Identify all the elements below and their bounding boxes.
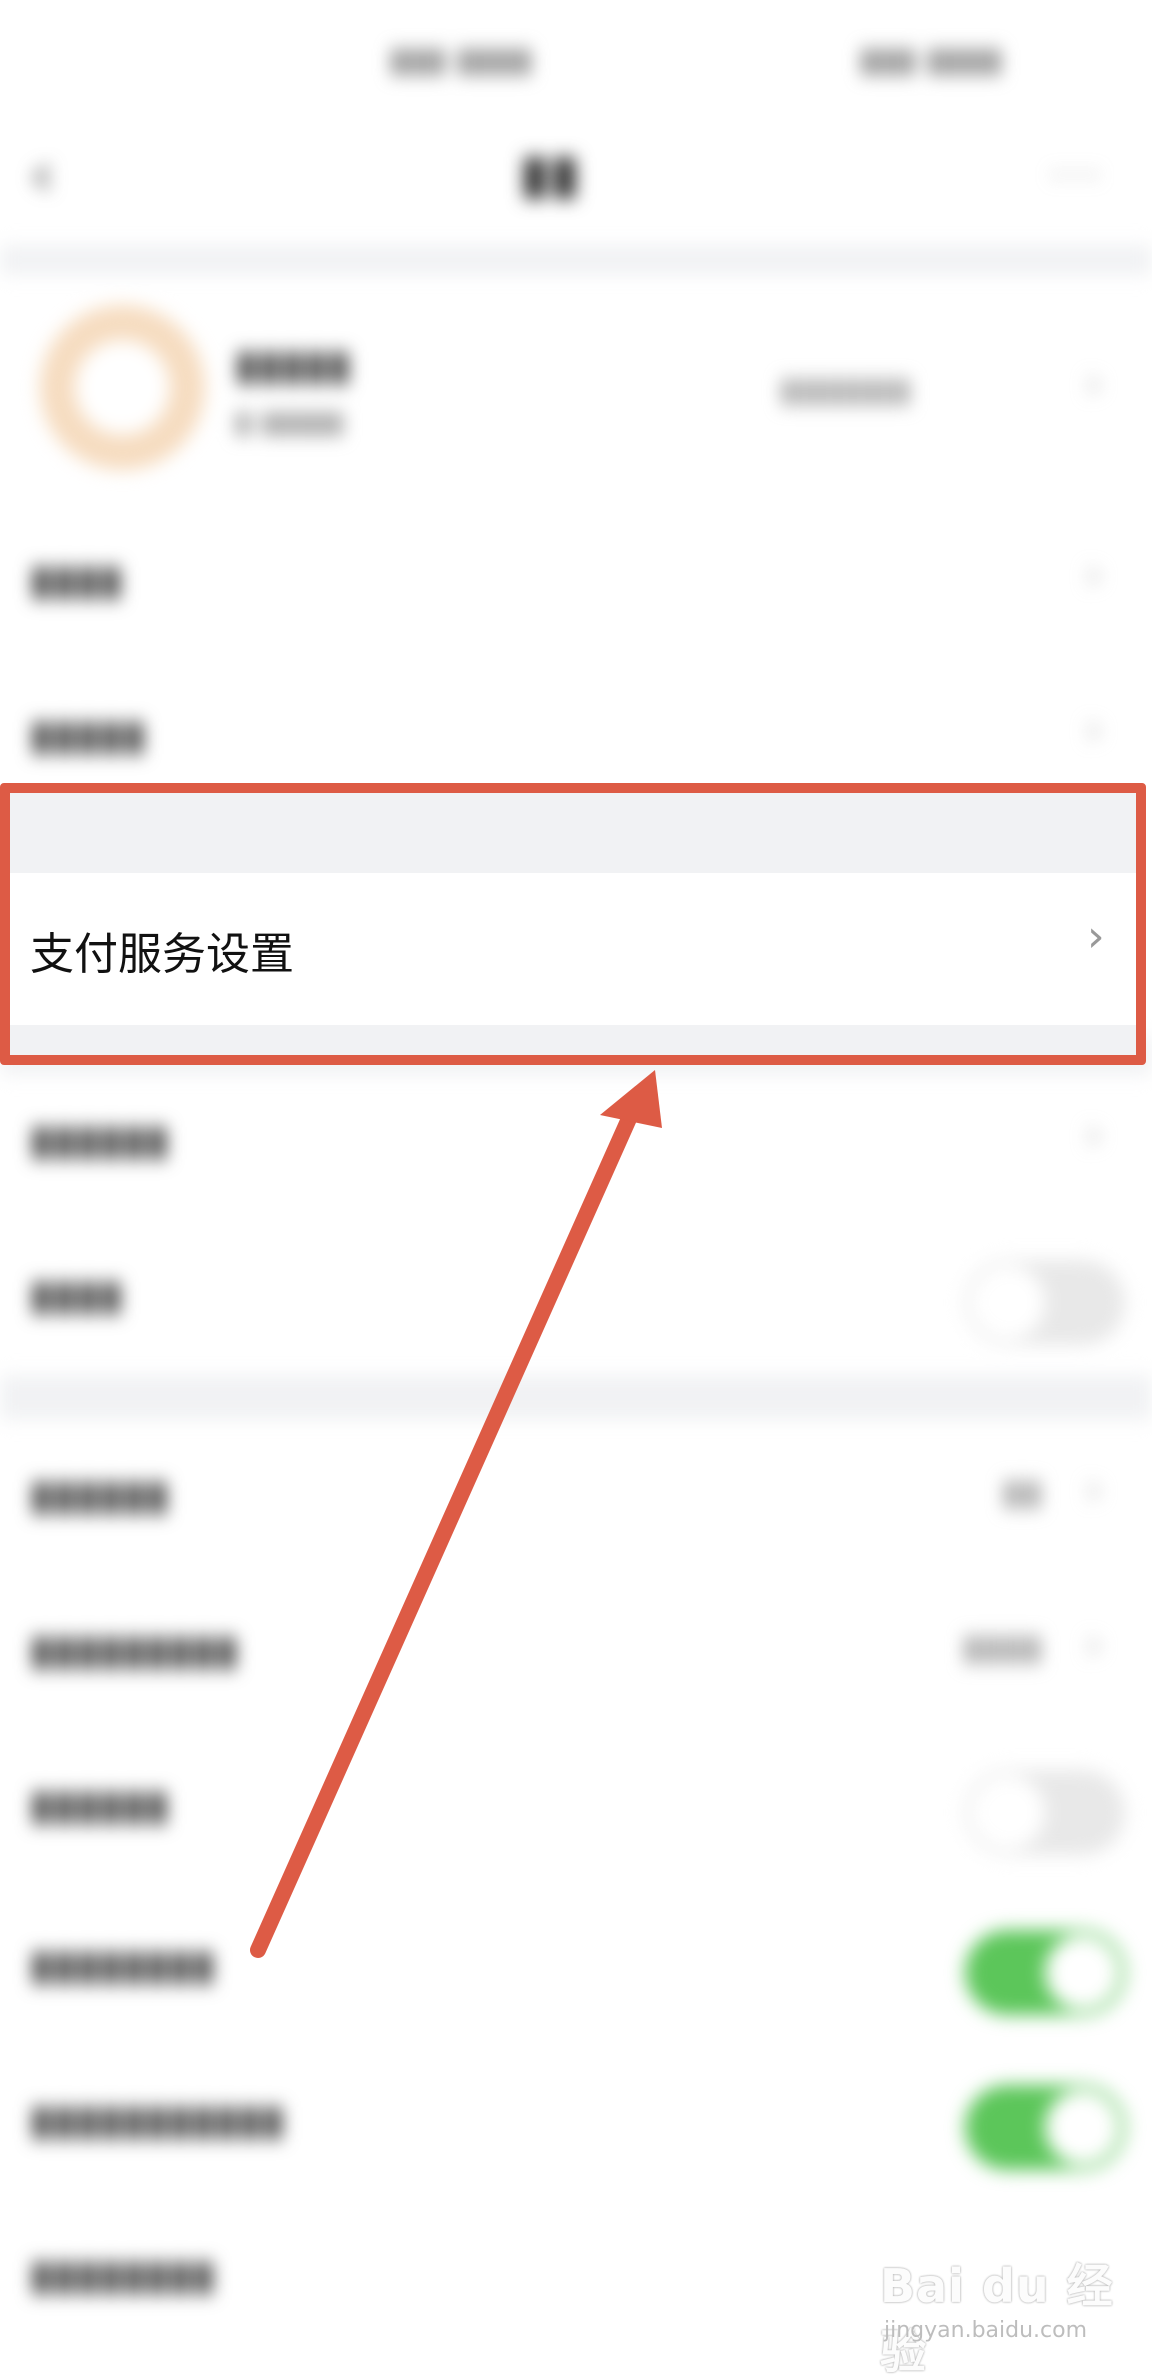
settings-row[interactable]: ▮▮▮▮▮▮ ▮▮ › [0,1420,1152,1570]
section-divider [0,245,1152,275]
status-left-blur: ▮▮▮ ▮▮▮▮ [390,40,532,80]
highlight-frame: 支付服务设置 › [0,783,1146,1065]
settings-row[interactable]: ▮▮▮▮▮▮▮▮▮ ▮▮▮▮ › [0,1575,1152,1725]
status-bar: ▮▮▮ ▮▮▮▮ ▮▮▮ ▮▮▮▮ [0,30,1152,100]
row-label-blur: ▮▮▮▮▮▮ [30,1780,169,1829]
row-label-blur: ▮▮▮▮▮▮ [30,1115,169,1164]
chevron-right-icon: › [1085,1109,1103,1160]
row-label-blur: ▮▮▮▮ [30,555,123,604]
section-divider [10,793,1136,873]
logo-domain: jingyan.baidu.com [884,2318,1088,2343]
row-value-blur: ▮▮▮▮ [962,1627,1042,1668]
chevron-right-icon: › [1085,1464,1103,1515]
more-icon[interactable]: ··· [1050,150,1104,201]
back-arrow-icon[interactable]: ‹ [30,140,54,210]
row-label-blur: ▮▮▮▮ [30,1270,123,1319]
section-divider [0,1375,1152,1420]
profile-sub-blur: ▮ ▮▮▮▮▮ [235,405,344,440]
settings-screen: ▮▮▮ ▮▮▮▮ ▮▮▮ ▮▮▮▮ ‹ ▮▮ ··· ▮▮▮▮▮ ▮ ▮▮▮▮▮… [0,0,1152,2376]
toggle-switch[interactable] [965,1260,1125,1345]
profile-row[interactable]: ▮▮▮▮▮ ▮ ▮▮▮▮▮ ▮▮▮▮▮▮▮ › [0,280,1152,510]
baidu-jingyan-logo: Bai du 经验 jingyan.baidu.com [880,2250,1140,2376]
settings-row[interactable]: ▮▮▮▮▮▮▮▮ [0,1890,1152,2040]
logo-brand: Bai du 经验 [880,2259,1114,2376]
status-right-blur: ▮▮▮ ▮▮▮▮ [860,40,1002,80]
row-label-blur: ▮▮▮▮▮▮▮▮▮▮▮ [30,2095,285,2144]
settings-row[interactable]: ▮▮▮▮▮▮▮▮▮▮▮ [0,2045,1152,2195]
avatar [40,305,205,470]
row-label-blur: ▮▮▮▮▮▮▮▮ [30,1940,215,1989]
row-label-blur: ▮▮▮▮▮▮ [30,1470,169,1519]
watermark-text: 点击编辑文字 [355,1160,884,1255]
settings-row[interactable]: ▮▮▮▮▮▮ [0,1730,1152,1880]
chevron-right-icon[interactable]: › [1087,911,1105,962]
toggle-switch[interactable] [965,1930,1125,2015]
settings-row[interactable]: ▮▮▮▮ › [0,505,1152,655]
section-divider [10,1025,1136,1055]
avatar-inner [75,340,170,435]
chevron-right-icon: › [1085,358,1103,409]
chevron-right-icon: › [1085,1619,1103,1670]
row-label-blur: ▮▮▮▮▮ [30,710,146,759]
profile-right-blur: ▮▮▮▮▮▮▮ [780,370,911,410]
nav-bar: ‹ ▮▮ ··· [0,120,1152,240]
toggle-switch[interactable] [965,1770,1125,1855]
profile-name-blur: ▮▮▮▮▮ [235,340,351,389]
page-title-blur: ▮▮ [520,142,580,205]
chevron-right-icon: › [1085,549,1103,600]
row-value-blur: ▮▮ [1002,1472,1042,1513]
toggle-switch[interactable] [965,2085,1125,2170]
chevron-right-icon: › [1085,704,1103,755]
payment-service-settings-label[interactable]: 支付服务设置 [30,918,294,982]
row-label-blur: ▮▮▮▮▮▮▮▮▮ [30,1625,239,1674]
row-label-blur: ▮▮▮▮▮▮▮▮ [30,2250,215,2299]
